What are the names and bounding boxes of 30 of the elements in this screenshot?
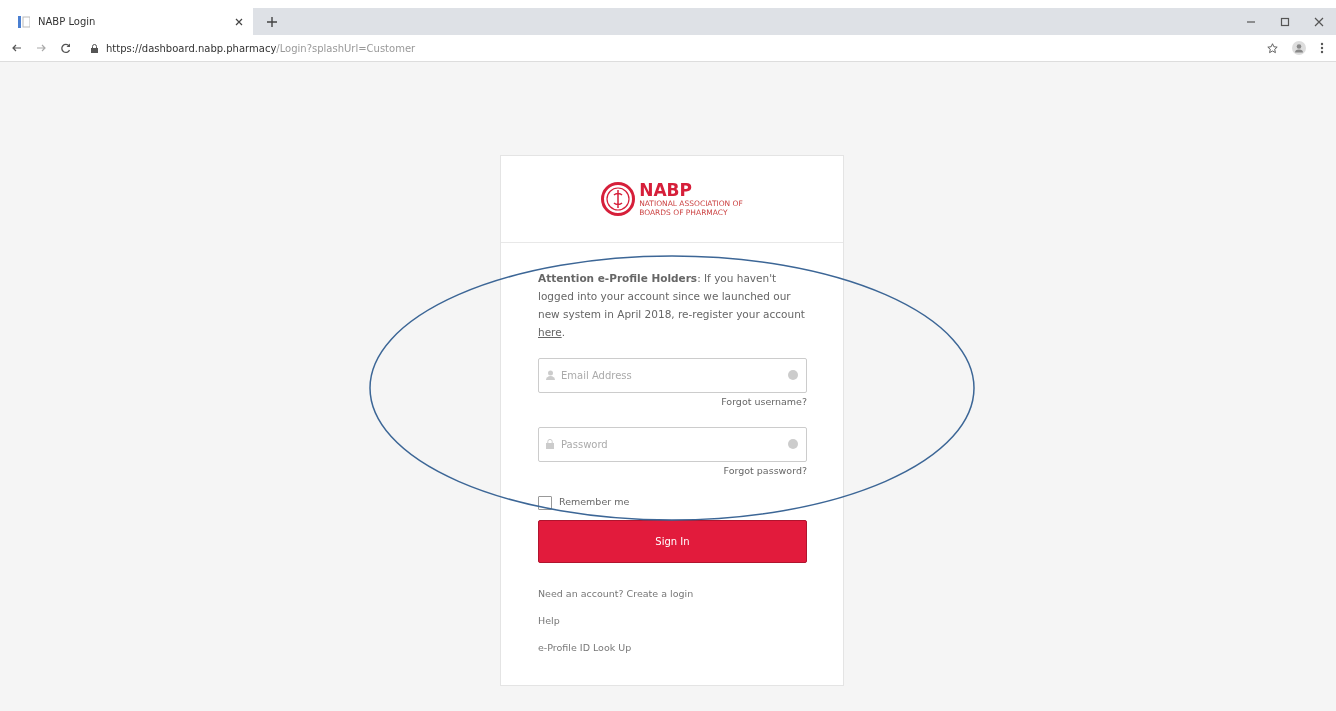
footer-link[interactable]: Help [538,613,560,628]
lock-icon [546,439,554,450]
url-text[interactable]: https://dashboard.nabp.pharmacy/Login?splashUrl=Customer [106,40,416,56]
tab-title: NABP Login [38,15,96,29]
maximize-icon[interactable] [1280,16,1290,27]
lock-icon [91,43,98,53]
back-icon[interactable] [12,43,22,53]
email-field[interactable]: Email Address [538,358,807,393]
menu-icon[interactable] [1320,42,1324,54]
here-link[interactable]: here [538,326,562,338]
forgot-link[interactable]: Forgot password? [723,465,807,477]
close-icon[interactable] [235,17,243,26]
footer-link[interactable]: e-Profile ID Look Up [538,641,632,656]
logo-name: NABP [639,181,693,199]
person-icon [546,370,555,380]
notice-text: Attention e-Profile Holders: If you haven't logged into your account since we launched our new system in April 2018, re-register your account here. [538,271,806,340]
star-icon[interactable] [1267,42,1278,54]
forgot-link[interactable]: Forgot username? [721,396,807,407]
sign-in-button[interactable]: Sign In [538,519,807,563]
reload-icon[interactable] [60,42,71,54]
footer-link[interactable]: Need an account? Create a login [538,586,694,601]
logo-seal-icon [601,182,636,216]
checkbox-label: Remember me [559,495,630,510]
page-icon [18,15,30,28]
new-tab-icon[interactable] [267,16,277,27]
browser-tab[interactable]: NABP Login [8,8,253,35]
checkbox[interactable] [538,495,552,510]
profile-icon[interactable] [1292,41,1306,55]
close-icon[interactable] [1314,16,1324,27]
password-field[interactable]: Password [538,427,807,463]
